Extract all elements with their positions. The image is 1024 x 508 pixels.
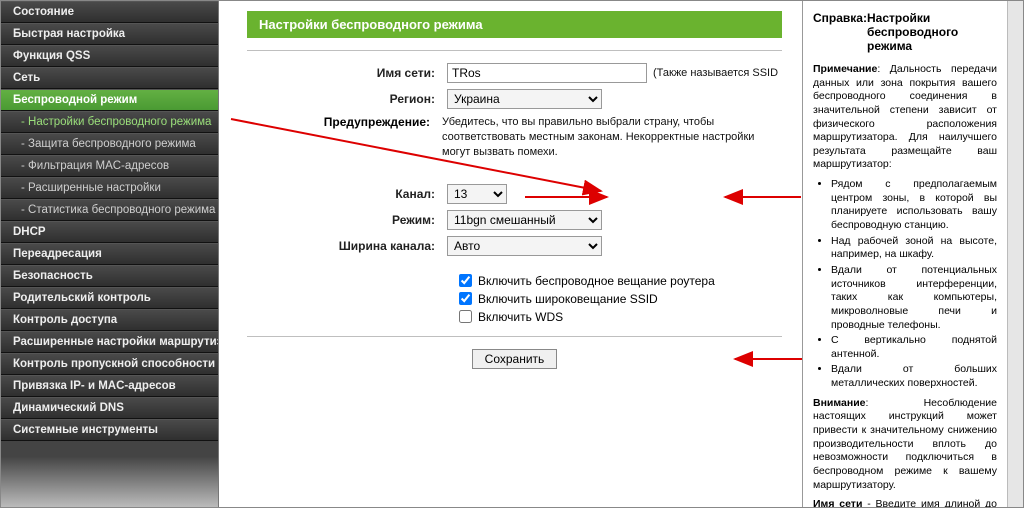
- ssid-input[interactable]: [447, 63, 647, 83]
- sidebar-item-8[interactable]: - Расширенные настройки: [1, 177, 218, 199]
- main-panel: Настройки беспроводного режима Имя сети:…: [219, 1, 802, 507]
- sidebar: СостояниеБыстрая настройкаФункция QSSСет…: [1, 1, 219, 507]
- sidebar-item-16[interactable]: Контроль пропускной способности: [1, 353, 218, 375]
- enable-wireless-checkbox[interactable]: [459, 274, 472, 287]
- mode-select[interactable]: 11bgn смешанный: [447, 210, 602, 230]
- divider: [247, 336, 782, 337]
- sidebar-item-7[interactable]: - Фильтрация MAC-адресов: [1, 155, 218, 177]
- sidebar-item-6[interactable]: - Защита беспроводного режима: [1, 133, 218, 155]
- sidebar-item-17[interactable]: Привязка IP- и MAC-адресов: [1, 375, 218, 397]
- warning-label: Предупреждение:: [247, 115, 442, 160]
- sidebar-item-4[interactable]: Беспроводной режим: [1, 89, 218, 111]
- sidebar-item-18[interactable]: Динамический DNS: [1, 397, 218, 419]
- sidebar-item-14[interactable]: Контроль доступа: [1, 309, 218, 331]
- sidebar-item-12[interactable]: Безопасность: [1, 265, 218, 287]
- ssid-label: Имя сети:: [247, 66, 447, 80]
- mode-label: Режим:: [247, 213, 447, 227]
- enable-wds-checkbox[interactable]: [459, 310, 472, 323]
- help-panel: Справка:Настройки беспроводного режима П…: [802, 1, 1007, 507]
- width-label: Ширина канала:: [247, 239, 447, 253]
- sidebar-item-15[interactable]: Расширенные настройки маршрутизации: [1, 331, 218, 353]
- channel-select[interactable]: 13: [447, 184, 507, 204]
- sidebar-item-1[interactable]: Быстрая настройка: [1, 23, 218, 45]
- sidebar-item-10[interactable]: DHCP: [1, 221, 218, 243]
- sidebar-item-11[interactable]: Переадресация: [1, 243, 218, 265]
- enable-wireless-label: Включить беспроводное вещание роутера: [478, 274, 715, 288]
- enable-ssid-broadcast-label: Включить широковещание SSID: [478, 292, 658, 306]
- sidebar-item-13[interactable]: Родительский контроль: [1, 287, 218, 309]
- region-select[interactable]: Украина: [447, 89, 602, 109]
- ssid-also-label: (Также называется SSID: [653, 67, 778, 79]
- sidebar-item-0[interactable]: Состояние: [1, 1, 218, 23]
- region-label: Регион:: [247, 92, 447, 106]
- warning-text: Убедитесь, что вы правильно выбрали стра…: [442, 115, 782, 160]
- sidebar-item-2[interactable]: Функция QSS: [1, 45, 218, 67]
- sidebar-item-19[interactable]: Системные инструменты: [1, 419, 218, 441]
- help-title-b: Настройки беспроводного режима: [867, 11, 997, 53]
- help-title-a: Справка:: [813, 11, 867, 53]
- sidebar-item-9[interactable]: - Статистика беспроводного режима: [1, 199, 218, 221]
- scrollbar[interactable]: [1007, 1, 1023, 507]
- sidebar-item-5[interactable]: - Настройки беспроводного режима: [1, 111, 218, 133]
- channel-label: Канал:: [247, 187, 447, 201]
- enable-ssid-broadcast-checkbox[interactable]: [459, 292, 472, 305]
- page-title: Настройки беспроводного режима: [247, 11, 782, 38]
- divider: [247, 50, 782, 51]
- width-select[interactable]: Авто: [447, 236, 602, 256]
- sidebar-item-3[interactable]: Сеть: [1, 67, 218, 89]
- enable-wds-label: Включить WDS: [478, 310, 563, 324]
- save-button[interactable]: Сохранить: [472, 349, 558, 369]
